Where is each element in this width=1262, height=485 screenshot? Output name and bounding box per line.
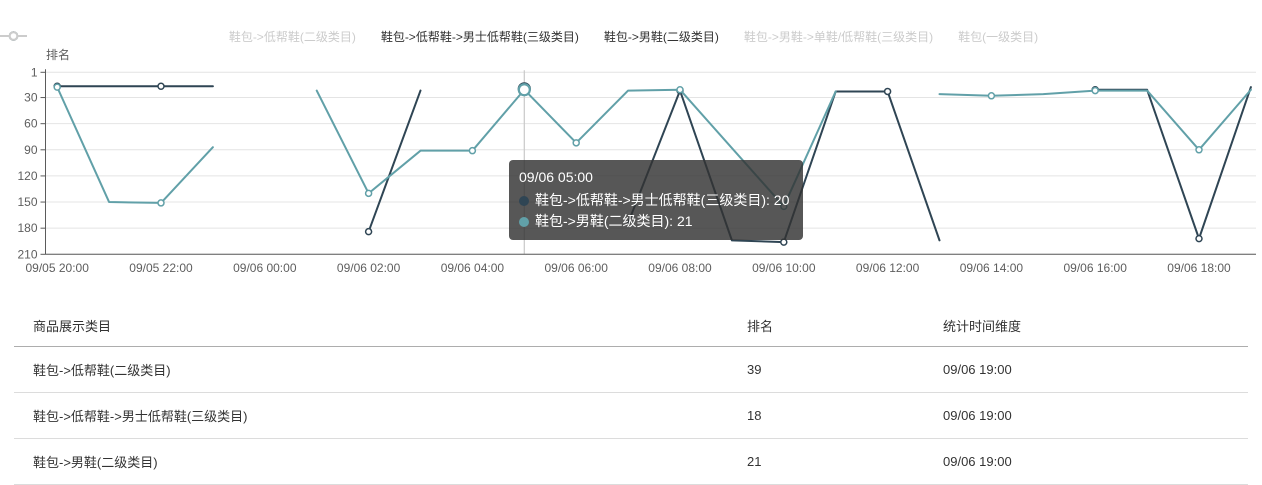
data-point — [780, 202, 788, 211]
y-axis-label: 180 — [17, 221, 37, 235]
y-axis-label: 90 — [24, 143, 38, 157]
table-header-time: 统计时间维度 — [943, 302, 1248, 347]
data-point — [780, 238, 788, 246]
series-line — [1094, 86, 1252, 240]
x-axis-label: 09/06 06:00 — [544, 261, 608, 275]
series-line — [627, 89, 941, 244]
legend-line-icon — [0, 31, 27, 41]
y-axis-label: 1 — [31, 65, 38, 79]
x-axis-label: 09/06 00:00 — [233, 261, 297, 275]
x-axis-label: 09/06 04:00 — [441, 261, 505, 275]
legend-item-5[interactable]: 鞋包(一级类目) — [0, 30, 1039, 44]
x-axis-label: 09/06 10:00 — [752, 261, 816, 275]
legend-item-2[interactable]: 鞋包->低帮鞋->男士低帮鞋(三级类目) — [0, 30, 579, 44]
y-axis-label: 210 — [17, 247, 37, 261]
legend-label: 鞋包(一级类目) — [958, 30, 1039, 44]
table-row: 鞋包->低帮鞋(二级类目) 39 09/06 19:00 — [14, 346, 1248, 393]
cell-time: 09/06 19:00 — [943, 346, 1248, 393]
y-axis-label: 60 — [24, 117, 38, 131]
legend-item-4[interactable]: 鞋包->男鞋->单鞋/低帮鞋(三级类目) — [0, 30, 934, 44]
y-axis-label: 150 — [17, 195, 37, 209]
cell-rank: 21 — [747, 438, 943, 485]
data-point — [468, 146, 477, 155]
data-point — [364, 227, 373, 236]
category-rank-table: 商品展示类目 排名 统计时间维度 鞋包->低帮鞋(二级类目) 39 09/06 19:0… — [14, 302, 1248, 485]
cell-category: 鞋包->低帮鞋(二级类目) — [14, 346, 747, 393]
table-row: 鞋包->低帮鞋->男士低帮鞋(三级类目) 18 09/06 19:00 — [14, 392, 1248, 439]
cell-time: 09/06 19:00 — [943, 392, 1248, 439]
x-axis-label: 09/05 22:00 — [129, 261, 193, 275]
x-axis-label: 09/06 02:00 — [337, 261, 401, 275]
data-point — [364, 189, 373, 198]
data-point — [676, 85, 684, 94]
legend-label: 鞋包->男鞋(二级类目) — [603, 30, 719, 44]
y-axis-label: 30 — [24, 91, 38, 105]
y-axis-title: 排名 — [46, 47, 70, 62]
data-point — [157, 199, 165, 207]
table-header-rank: 排名 — [747, 302, 943, 347]
table-row: 鞋包->男鞋(二级类目) 21 09/06 19:00 — [14, 438, 1248, 485]
x-axis-label: 09/06 08:00 — [648, 261, 712, 275]
data-point — [157, 82, 165, 90]
data-point — [987, 92, 996, 100]
legend-item-3[interactable]: 鞋包->男鞋(二级类目) — [0, 30, 719, 44]
x-axis-label: 09/06 14:00 — [960, 261, 1024, 275]
data-point — [883, 87, 892, 96]
x-axis-label: 09/06 12:00 — [856, 261, 920, 275]
legend-label: 鞋包->低帮鞋(二级类目) — [228, 30, 356, 44]
legend-label: 鞋包->低帮鞋->男士低帮鞋(三级类目) — [380, 30, 579, 44]
series-line — [315, 88, 837, 208]
data-point — [1091, 86, 1099, 95]
legend-item-1[interactable]: 鞋包->低帮鞋(二级类目) — [0, 30, 356, 44]
cell-rank: 18 — [747, 392, 943, 439]
cell-category: 鞋包->低帮鞋->男士低帮鞋(三级类目) — [14, 392, 747, 439]
data-point — [1195, 234, 1203, 243]
cell-rank: 39 — [747, 346, 943, 393]
highlighted-data-point — [517, 83, 531, 97]
chart-legend: 鞋包->低帮鞋(二级类目) 鞋包->低帮鞋->男士低帮鞋(三级类目) 鞋包->男鞋(… — [0, 30, 1262, 44]
data-point — [572, 139, 580, 147]
series-line — [938, 88, 1252, 151]
cell-time: 09/06 19:00 — [943, 438, 1248, 485]
series-line — [367, 89, 422, 233]
x-axis-label: 09/05 20:00 — [25, 261, 89, 275]
x-axis-label: 09/06 16:00 — [1063, 261, 1127, 275]
series-line — [56, 86, 214, 204]
data-point — [53, 83, 61, 91]
rank-trend-chart[interactable]: 鞋包->低帮鞋(二级类目) 鞋包->低帮鞋->男士低帮鞋(三级类目) 鞋包->男鞋(… — [0, 0, 1262, 292]
data-point — [1195, 146, 1203, 154]
cell-category: 鞋包->男鞋(二级类目) — [14, 438, 747, 485]
legend-label: 鞋包->男鞋->单鞋/低帮鞋(三级类目) — [743, 30, 934, 44]
x-axis-label: 09/06 18:00 — [1167, 261, 1231, 275]
table-header-category: 商品展示类目 — [14, 302, 747, 347]
y-axis-label: 120 — [17, 169, 37, 183]
